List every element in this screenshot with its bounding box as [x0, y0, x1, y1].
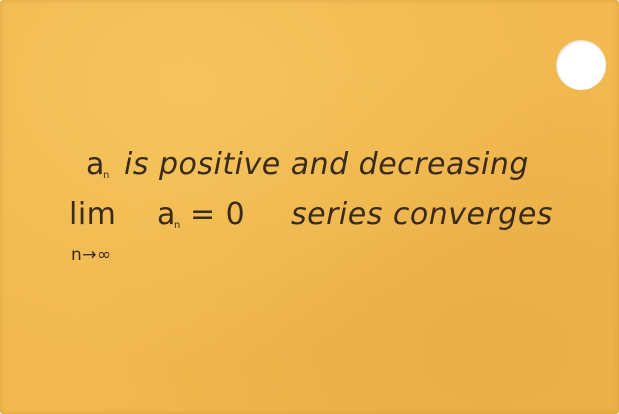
limit-equals-zero: = 0 — [190, 197, 246, 232]
conclusion-text: series converges — [291, 197, 553, 232]
punch-hole — [556, 40, 606, 90]
limit-term-subscript: n — [174, 220, 181, 231]
term-subscript: n — [103, 170, 110, 181]
index-card: a n is positive and decreasing lim a n =… — [0, 0, 619, 414]
condition-text: is positive and decreasing — [124, 147, 529, 182]
limit-subscript: n→∞ — [71, 245, 112, 265]
limit-label: lim — [69, 197, 117, 232]
